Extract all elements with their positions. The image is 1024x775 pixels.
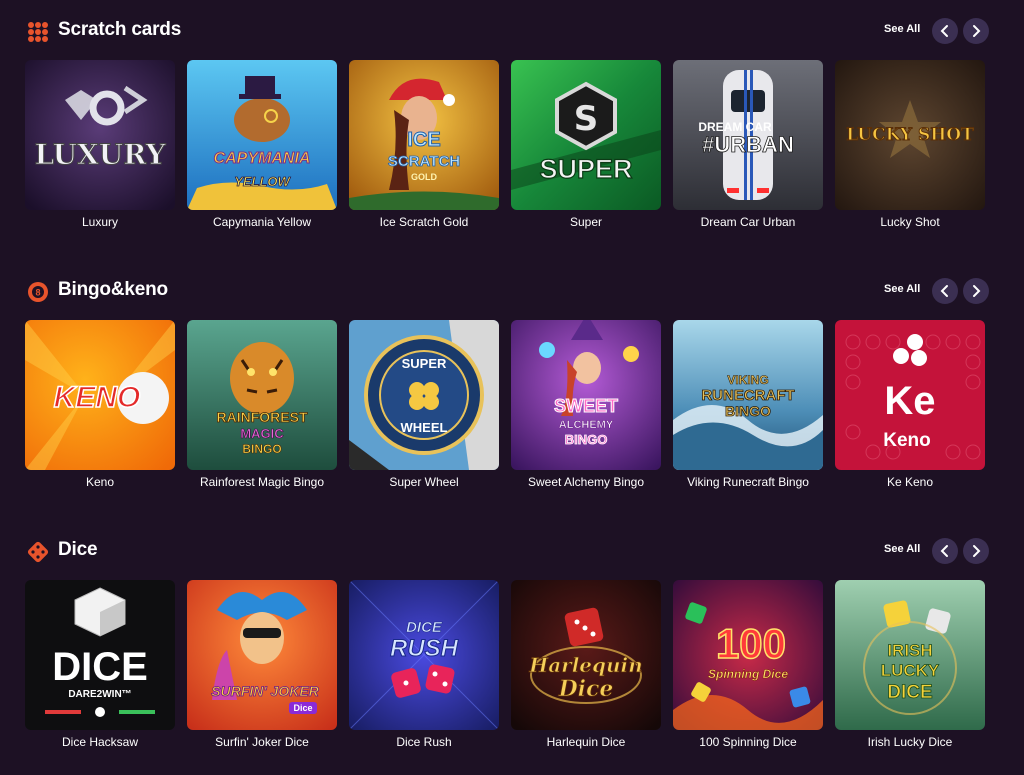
game-art-text: CAPYMANIA [214, 150, 311, 167]
game-art-subtext: #URBAN [702, 132, 794, 157]
game-title: Harlequin Dice [546, 735, 626, 749]
game-art-text: SWEET [554, 396, 618, 416]
see-all-link[interactable]: See All [884, 543, 920, 555]
game-title: Rainforest Magic Bingo [199, 475, 325, 489]
game-art-text: IRISH [887, 641, 932, 660]
game-title: Dice Rush [396, 735, 452, 749]
next-button[interactable] [963, 18, 989, 44]
game-thumbnail[interactable]: SUPER WHEEL [349, 320, 499, 470]
game-thumbnail[interactable]: S SUPER [511, 60, 661, 210]
game-art-subtext: BINGO [242, 442, 281, 456]
game-title: 100 Spinning Dice [699, 735, 797, 749]
chevron-left-icon [940, 285, 948, 297]
game-thumbnail[interactable]: DICE DARE2WIN™ [25, 580, 175, 730]
game-thumbnail[interactable]: CAPYMANIA YELLOW [187, 60, 337, 210]
game-art-subtext: SCRATCH [388, 153, 460, 170]
next-button[interactable] [963, 538, 989, 564]
game-art-subtext: DARE2WIN™ [68, 689, 131, 700]
game-thumbnail[interactable]: SWEET ALCHEMY BINGO [511, 320, 661, 470]
game-art-subtext: Dice [293, 703, 312, 713]
game-art-subtext: YELLOW [234, 174, 291, 189]
game-thumbnail[interactable]: DICE RUSH [349, 580, 499, 730]
game-art-subtext: DICE [887, 682, 932, 703]
game-thumbnail[interactable]: KENO [25, 320, 175, 470]
game-title: Dice Hacksaw [61, 735, 139, 749]
game-title: Dream Car Urban [700, 215, 796, 229]
game-art-text: 100 [716, 620, 786, 667]
game-art-subtext: Dice [558, 676, 614, 702]
game-art-text: LUXURY [34, 138, 166, 171]
game-title: Surfin' Joker Dice [215, 735, 309, 749]
game-art-text: KENO [54, 381, 141, 414]
previous-button[interactable] [932, 18, 958, 44]
game-thumbnail[interactable]: Ke Keno [835, 320, 985, 470]
game-thumbnail[interactable]: Harlequin Dice [511, 580, 661, 730]
game-art-text: VIKING [727, 373, 768, 387]
game-art-subtext: BINGO [565, 432, 608, 447]
section-header: Scratch cards See All [0, 17, 1024, 47]
game-title: Super [569, 215, 603, 229]
game-art-text: SURFIN' JOKER [211, 683, 319, 699]
game-art-text: Ke [884, 379, 935, 423]
game-art-text: SUPER [539, 154, 632, 184]
game-art-text: ICE [407, 129, 440, 151]
game-thumbnail[interactable]: IRISH LUCKY DICE [835, 580, 985, 730]
game-art-subtext: RUNECRAFT [701, 387, 794, 404]
game-thumbnail[interactable]: LUCKY SHOT [835, 60, 985, 210]
game-art-subtext: Keno [883, 430, 931, 451]
chevron-right-icon [973, 545, 981, 557]
game-art-subtext: Spinning Dice [708, 667, 788, 681]
chevron-left-icon [940, 545, 948, 557]
previous-button[interactable] [932, 278, 958, 304]
next-button[interactable] [963, 278, 989, 304]
game-art-subtext: RUSH [390, 635, 459, 662]
chevron-left-icon [940, 25, 948, 37]
game-thumbnail[interactable]: ICE SCRATCH GOLD [349, 60, 499, 210]
game-thumbnail[interactable]: RAINFOREST MAGIC BINGO [187, 320, 337, 470]
game-art-subtext: LUCKY [881, 661, 940, 680]
game-art-subtext: BINGO [725, 403, 771, 419]
section-header: 8 Bingo&keno See All [0, 277, 1024, 307]
game-art-text: SUPER [402, 356, 447, 371]
game-title: Luxury [81, 215, 119, 229]
game-art-text: DICE [406, 619, 443, 636]
see-all-link[interactable]: See All [884, 283, 920, 295]
game-thumbnail[interactable]: 100 Spinning Dice [673, 580, 823, 730]
game-thumbnail[interactable]: SURFIN' JOKER Dice [187, 580, 337, 730]
game-art-text: RAINFOREST [217, 409, 308, 425]
game-art-subtext: ALCHEMY [559, 419, 614, 431]
game-art-subtext: MAGIC [240, 426, 284, 441]
game-title: Ice Scratch Gold [379, 215, 469, 229]
chevron-right-icon [973, 25, 981, 37]
game-art-subtext: WHEEL [401, 420, 448, 435]
svg-text:8: 8 [35, 288, 40, 298]
svg-text:S: S [574, 99, 599, 139]
section-title: Dice [58, 539, 98, 560]
game-title: Irish Lucky Dice [867, 735, 953, 749]
bingo-ball-icon: 8 [28, 282, 48, 302]
game-thumbnail[interactable]: DREAM CAR #URBAN [673, 60, 823, 210]
section-title: Bingo&keno [58, 279, 168, 300]
section-header: Dice See All [0, 537, 1024, 567]
section-title: Scratch cards [58, 19, 182, 40]
see-all-link[interactable]: See All [884, 23, 920, 35]
game-title: Viking Runecraft Bingo [687, 475, 809, 489]
game-title: Sweet Alchemy Bingo [527, 475, 645, 489]
game-art-text: DICE [52, 645, 148, 689]
game-thumbnail[interactable]: VIKING RUNECRAFT BINGO [673, 320, 823, 470]
game-title: Keno [85, 475, 115, 489]
game-thumbnail[interactable]: LUXURY [25, 60, 175, 210]
game-art-text: LUCKY SHOT [846, 125, 974, 145]
game-title: Super Wheel [389, 475, 459, 489]
game-title: Capymania Yellow [212, 215, 312, 229]
game-art-text: Harlequin [528, 653, 642, 677]
game-art-subtext: GOLD [411, 172, 437, 182]
game-title: Ke Keno [886, 475, 934, 489]
chevron-right-icon [973, 285, 981, 297]
dice-icon [27, 541, 49, 563]
scratch-cards-icon [28, 22, 48, 42]
game-title: Lucky Shot [880, 215, 940, 229]
previous-button[interactable] [932, 538, 958, 564]
